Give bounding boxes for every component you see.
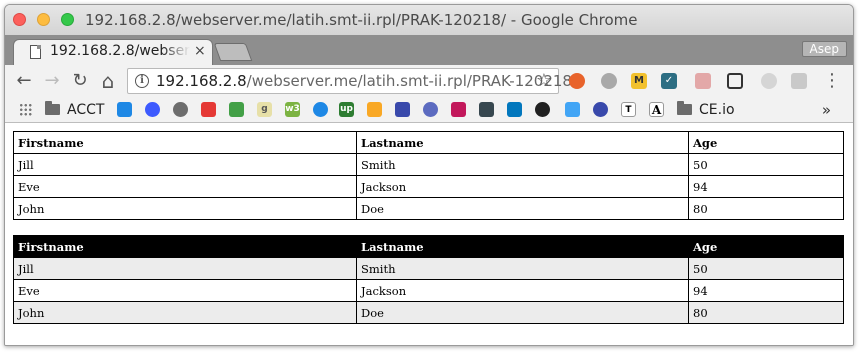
header-age: Age bbox=[688, 235, 844, 258]
url-text[interactable]: 192.168.2.8/webserver.me/latih.smt-ii.rp… bbox=[156, 72, 577, 90]
forward-button[interactable]: → bbox=[41, 70, 63, 92]
cell-lastname: Doe bbox=[356, 197, 689, 220]
bookmark-g-icon[interactable]: g bbox=[257, 102, 272, 117]
extension-lifebuoy-icon[interactable] bbox=[569, 73, 585, 89]
tab-active[interactable]: 192.168.2.8/webserver.me/latih.smt-ii.rp… bbox=[13, 39, 213, 65]
profile-button[interactable]: Asep bbox=[801, 41, 847, 57]
cell-firstname: Eve bbox=[13, 279, 357, 302]
apps-grid-icon[interactable] bbox=[19, 103, 32, 116]
bookmark-a-icon[interactable]: A bbox=[649, 102, 664, 117]
cell-age: 80 bbox=[688, 197, 844, 220]
bookmark-trello-icon[interactable] bbox=[507, 102, 522, 117]
cell-firstname: John bbox=[13, 301, 357, 324]
bookmark-folder-ceio[interactable]: CE.io bbox=[677, 101, 735, 118]
tab-close-button[interactable]: × bbox=[194, 43, 206, 59]
header-lastname: Lastname bbox=[356, 131, 689, 154]
table-row: Jill Smith 50 bbox=[13, 257, 844, 280]
page-icon bbox=[30, 45, 41, 59]
extension-camera-icon[interactable] bbox=[791, 73, 807, 89]
url-path: /webserver.me/latih.smt-ii.rpl/PRAK-1202… bbox=[246, 72, 578, 90]
cell-firstname: Jill bbox=[13, 257, 357, 280]
bookmark-dots-icon[interactable] bbox=[565, 102, 580, 117]
cell-firstname: John bbox=[13, 197, 357, 220]
cell-age: 94 bbox=[688, 279, 844, 302]
bookmark-up-icon[interactable]: up bbox=[339, 102, 354, 117]
cell-lastname: Jackson bbox=[356, 279, 689, 302]
folder-icon bbox=[677, 101, 692, 115]
cell-age: 50 bbox=[688, 257, 844, 280]
table-row: Eve Jackson 94 bbox=[13, 279, 844, 302]
address-bar[interactable]: i 192.168.2.8/webserver.me/latih.smt-ii.… bbox=[127, 68, 577, 94]
bookmark-circle-icon[interactable] bbox=[145, 102, 160, 117]
home-button[interactable]: ⌂ bbox=[97, 70, 119, 92]
bookmark-label: ACCT bbox=[67, 102, 105, 118]
header-age: Age bbox=[688, 131, 844, 154]
extension-eraser-icon[interactable] bbox=[695, 73, 711, 89]
reload-button[interactable]: ↻ bbox=[69, 70, 91, 92]
extension-quote-icon[interactable] bbox=[601, 73, 617, 89]
bookmark-chrome-icon[interactable] bbox=[173, 102, 188, 117]
bookmark-t-icon[interactable]: T bbox=[621, 102, 636, 117]
tab-strip: 192.168.2.8/webserver.me/latih.smt-ii.rp… bbox=[5, 35, 853, 65]
bookmark-label: CE.io bbox=[699, 102, 735, 118]
plain-table: Firstname Lastname Age Jill Smith 50 Eve… bbox=[13, 131, 844, 220]
url-host: 192.168.2.8 bbox=[156, 72, 247, 90]
bookmark-instagram-icon[interactable] bbox=[451, 102, 466, 117]
bookmark-v-icon[interactable] bbox=[229, 102, 244, 117]
maximize-window-button[interactable] bbox=[61, 13, 74, 26]
title-bar: 192.168.2.8/webserver.me/latih.smt-ii.rp… bbox=[5, 5, 853, 35]
table-header-row: Firstname Lastname Age bbox=[13, 235, 844, 258]
table-row: John Doe 80 bbox=[13, 197, 844, 220]
folder-icon bbox=[45, 101, 60, 115]
cell-age: 80 bbox=[688, 301, 844, 324]
extension-link-icon[interactable] bbox=[761, 73, 777, 89]
chrome-menu-button[interactable]: ⋮ bbox=[821, 70, 843, 92]
bookmark-record-icon[interactable] bbox=[535, 102, 550, 117]
bookmark-c-icon[interactable] bbox=[367, 102, 382, 117]
striped-table: Firstname Lastname Age Jill Smith 50 Eve… bbox=[13, 235, 844, 324]
toolbar: ← → ↻ ⌂ i 192.168.2.8/webserver.me/latih… bbox=[5, 65, 853, 97]
page-content: Firstname Lastname Age Jill Smith 50 Eve… bbox=[5, 124, 853, 345]
bookmark-youtube-icon[interactable] bbox=[201, 102, 216, 117]
table-row: Jill Smith 50 bbox=[13, 153, 844, 176]
bookmarks-bar: ACCT g w3 up T A CE.io » bbox=[5, 97, 853, 123]
bookmark-face-icon[interactable] bbox=[423, 102, 438, 117]
cell-lastname: Jackson bbox=[356, 175, 689, 198]
header-firstname: Firstname bbox=[13, 131, 357, 154]
bookmark-star-icon[interactable]: ☆ bbox=[536, 70, 552, 91]
close-window-button[interactable] bbox=[13, 13, 26, 26]
bookmarks-more-button[interactable]: » bbox=[822, 101, 831, 119]
cell-firstname: Eve bbox=[13, 175, 357, 198]
table-header-row: Firstname Lastname Age bbox=[13, 131, 844, 154]
bookmark-snowflake-icon[interactable] bbox=[117, 102, 132, 117]
minimize-window-button[interactable] bbox=[37, 13, 50, 26]
new-tab-button[interactable] bbox=[213, 43, 253, 61]
bookmark-mail-icon[interactable] bbox=[479, 102, 494, 117]
window-title: 192.168.2.8/webserver.me/latih.smt-ii.rp… bbox=[85, 11, 638, 29]
cell-lastname: Doe bbox=[356, 301, 689, 324]
cell-age: 94 bbox=[688, 175, 844, 198]
table-row: John Doe 80 bbox=[13, 301, 844, 324]
bookmark-w3-icon[interactable]: w3 bbox=[285, 102, 300, 117]
extension-crop-icon[interactable] bbox=[727, 73, 743, 89]
cell-lastname: Smith bbox=[356, 153, 689, 176]
bookmark-triangle-icon[interactable] bbox=[395, 102, 410, 117]
info-icon[interactable]: i bbox=[135, 74, 149, 88]
bookmark-power-icon[interactable] bbox=[313, 102, 328, 117]
back-button[interactable]: ← bbox=[13, 70, 35, 92]
header-firstname: Firstname bbox=[13, 235, 357, 258]
cell-age: 50 bbox=[688, 153, 844, 176]
bookmark-emblem-icon[interactable] bbox=[593, 102, 608, 117]
tab-title: 192.168.2.8/webserver.me/latih.smt-ii.rp… bbox=[50, 43, 190, 59]
browser-window: 192.168.2.8/webserver.me/latih.smt-ii.rp… bbox=[4, 4, 854, 346]
bookmark-folder-acct[interactable]: ACCT bbox=[45, 101, 105, 118]
cell-lastname: Smith bbox=[356, 257, 689, 280]
extension-check-icon[interactable]: ✓ bbox=[661, 73, 677, 89]
cell-firstname: Jill bbox=[13, 153, 357, 176]
table-row: Eve Jackson 94 bbox=[13, 175, 844, 198]
header-lastname: Lastname bbox=[356, 235, 689, 258]
extension-m-icon[interactable]: M bbox=[631, 73, 647, 89]
